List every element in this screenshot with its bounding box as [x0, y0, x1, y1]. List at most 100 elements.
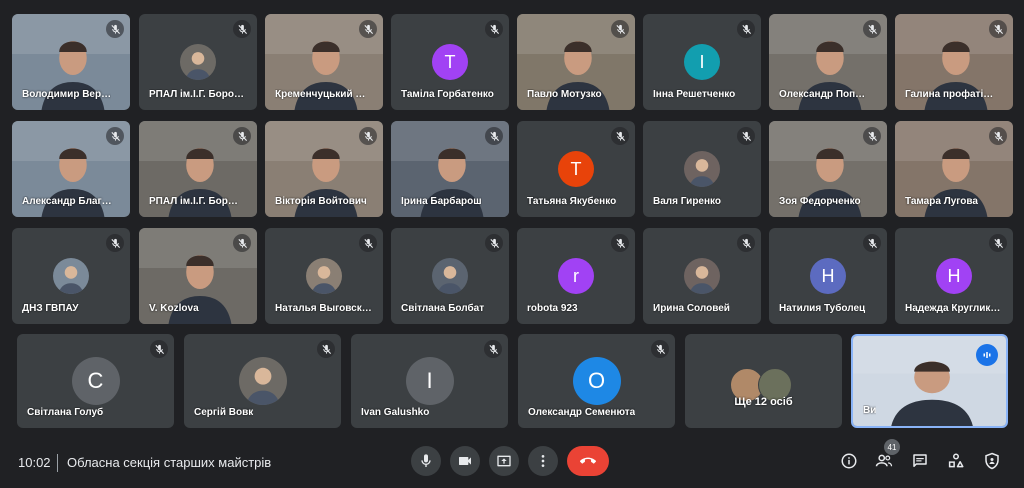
- muted-mic-icon: [106, 20, 124, 38]
- participant-name: Татьяна Якубенко: [527, 196, 617, 207]
- camera-button[interactable]: [450, 446, 480, 476]
- muted-mic-icon: [611, 234, 629, 252]
- participant-name: Надежда Круглик…: [905, 303, 1001, 314]
- muted-mic-icon: [106, 234, 124, 252]
- participant-tile[interactable]: Галина профаті…: [895, 14, 1013, 110]
- participant-tile[interactable]: Кременчуцький …: [265, 14, 383, 110]
- end-call-button[interactable]: [567, 446, 609, 476]
- present-screen-button[interactable]: [489, 446, 519, 476]
- muted-mic-icon: [863, 20, 881, 38]
- activities-icon: [947, 452, 965, 470]
- muted-mic-icon: [485, 127, 503, 145]
- avatar: Н: [936, 258, 972, 294]
- muted-mic-icon: [359, 234, 377, 252]
- muted-mic-icon: [484, 340, 502, 358]
- participant-name: Наталья Выговск…: [275, 303, 372, 314]
- participant-name: Павло Мотузко: [527, 89, 602, 100]
- muted-mic-icon: [989, 127, 1007, 145]
- muted-mic-icon: [359, 127, 377, 145]
- avatar: [238, 357, 287, 405]
- chat-icon: [911, 452, 929, 470]
- participant-tile[interactable]: Зоя Федорченко: [769, 121, 887, 217]
- participant-tile[interactable]: Н Натилия Туболец: [769, 228, 887, 324]
- participant-tile[interactable]: O Олександр Семенюта: [518, 334, 675, 428]
- participant-name: V. Kozlova: [149, 303, 199, 314]
- participant-tile[interactable]: Т Татьяна Якубенко: [517, 121, 635, 217]
- avatar: С: [71, 357, 120, 405]
- participant-tile[interactable]: Тамара Лугова: [895, 121, 1013, 217]
- participant-tile[interactable]: Наталья Выговск…: [265, 228, 383, 324]
- bottom-bar: 10:02 Обласна секція старших майстрів 41: [0, 439, 1024, 488]
- participant-name: Александр Благ…: [22, 196, 112, 207]
- participant-tile[interactable]: r robota 923: [517, 228, 635, 324]
- avatar: [180, 44, 216, 80]
- participant-name: Таміла Горбатенко: [401, 89, 494, 100]
- participant-name: Ірина Барбарош: [401, 196, 482, 207]
- participant-count-badge: 41: [884, 439, 900, 455]
- participant-name: РПАЛ ім.І.Г. Боро…: [149, 89, 244, 100]
- participant-tile[interactable]: Н Надежда Круглик…: [895, 228, 1013, 324]
- participant-tile[interactable]: Ирина Соловей: [643, 228, 761, 324]
- participant-name: Валя Гиренко: [653, 196, 722, 207]
- participant-name: Володимир Вер…: [22, 89, 112, 100]
- participant-tile[interactable]: Павло Мотузко: [517, 14, 635, 110]
- participant-name: Світлана Голуб: [27, 407, 104, 418]
- participant-name: Ви: [863, 405, 877, 416]
- muted-mic-icon: [989, 234, 1007, 252]
- info-icon: [840, 452, 858, 470]
- muted-mic-icon: [989, 20, 1007, 38]
- meeting-title: Обласна секція старших майстрів: [67, 455, 272, 470]
- participant-name: Ivan Galushko: [361, 407, 430, 418]
- muted-mic-icon: [737, 127, 755, 145]
- participant-tile[interactable]: Валя Гиренко: [643, 121, 761, 217]
- participant-name: Вікторія Войтович: [275, 196, 367, 207]
- participant-tile[interactable]: Світлана Болбат: [391, 228, 509, 324]
- participant-tile[interactable]: РПАЛ ім.І.Г. Бор…: [139, 121, 257, 217]
- participant-name: Сергій Вовк: [194, 407, 254, 418]
- more-options-icon: [535, 453, 551, 469]
- activities-button[interactable]: [946, 451, 966, 471]
- microphone-button[interactable]: [411, 446, 441, 476]
- participant-tile[interactable]: Володимир Вер…: [12, 14, 130, 110]
- avatar: Т: [558, 151, 594, 187]
- participant-tile[interactable]: І Інна Решетченко: [643, 14, 761, 110]
- participant-tile[interactable]: РПАЛ ім.І.Г. Боро…: [139, 14, 257, 110]
- avatar: [684, 258, 720, 294]
- participant-tile[interactable]: ДНЗ ГВПАУ: [12, 228, 130, 324]
- participant-name: Ще 12 осіб: [734, 396, 793, 408]
- participant-tile[interactable]: Олександр Поп…: [769, 14, 887, 110]
- more-options-button[interactable]: [528, 446, 558, 476]
- avatar: r: [558, 258, 594, 294]
- participant-tile[interactable]: Т Таміла Горбатенко: [391, 14, 509, 110]
- participant-name: ДНЗ ГВПАУ: [22, 303, 79, 314]
- muted-mic-icon: [233, 234, 251, 252]
- muted-mic-icon: [737, 234, 755, 252]
- muted-mic-icon: [651, 340, 669, 358]
- participant-tile[interactable]: V. Kozlova: [139, 228, 257, 324]
- participant-name: Тамара Лугова: [905, 196, 978, 207]
- participant-tile[interactable]: Ірина Барбарош: [391, 121, 509, 217]
- divider: [57, 454, 58, 472]
- chat-button[interactable]: [910, 451, 930, 471]
- speaking-indicator: [976, 344, 998, 366]
- muted-mic-icon: [233, 20, 251, 38]
- meeting-details-button[interactable]: [839, 451, 859, 471]
- host-controls-icon: [983, 452, 1001, 470]
- participant-tile[interactable]: Сергій Вовк: [184, 334, 341, 428]
- end-call-icon: [580, 453, 596, 469]
- participant-name: Кременчуцький …: [275, 89, 366, 100]
- muted-mic-icon: [485, 234, 503, 252]
- participant-tile[interactable]: I Ivan Galushko: [351, 334, 508, 428]
- participant-tile[interactable]: Вікторія Войтович: [265, 121, 383, 217]
- muted-mic-icon: [317, 340, 335, 358]
- host-controls-button[interactable]: [982, 451, 1002, 471]
- participant-tile[interactable]: С Світлана Голуб: [17, 334, 174, 428]
- participant-name: Натилия Туболец: [779, 303, 866, 314]
- camera-icon: [457, 453, 473, 469]
- mic-icon: [418, 453, 434, 469]
- present-screen-icon: [496, 453, 512, 469]
- participant-tile[interactable]: Ще 12 осіб: [685, 334, 842, 428]
- participant-name: РПАЛ ім.І.Г. Бор…: [149, 196, 238, 207]
- participant-tile[interactable]: Александр Благ…: [12, 121, 130, 217]
- participant-tile[interactable]: Ви: [851, 334, 1008, 428]
